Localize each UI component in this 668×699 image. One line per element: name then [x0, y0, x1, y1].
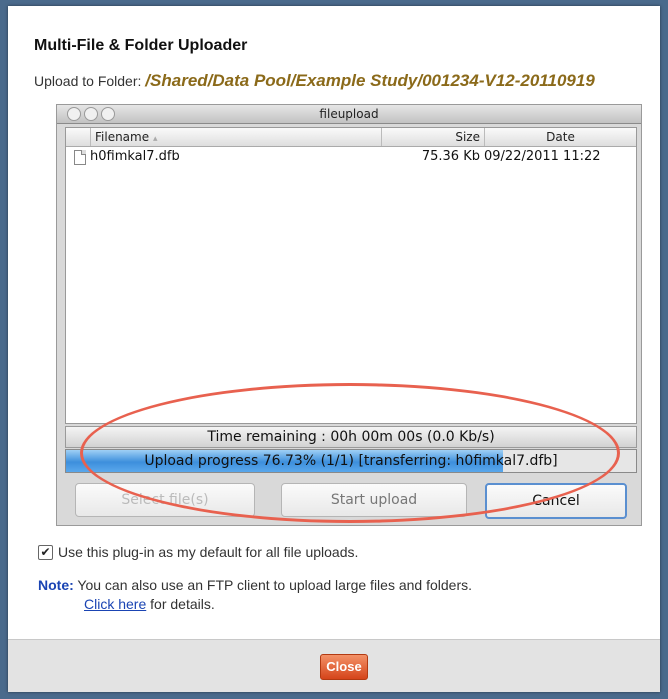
file-row[interactable]: h0fimkal7.dfb 75.36 Kb 09/22/2011 11:22 — [66, 147, 636, 167]
window-controls — [67, 107, 118, 126]
default-plugin-label: Use this plug-in as my default for all f… — [58, 544, 359, 560]
note-label: Note: — [38, 577, 74, 593]
details-link[interactable]: Click here — [84, 596, 146, 612]
cancel-button[interactable]: Cancel — [485, 483, 627, 519]
column-header-size[interactable]: Size — [382, 128, 485, 146]
select-files-button[interactable]: Select file(s) — [75, 483, 255, 517]
fileupload-applet: fileupload Filename ▴ Size Date h0fimkal… — [56, 104, 642, 526]
close-button[interactable]: Close — [320, 654, 368, 680]
upload-progress-bar: Upload progress 76.73% (1/1) [transferri… — [65, 449, 637, 473]
file-table: Filename ▴ Size Date h0fimkal7.dfb 75.36… — [65, 127, 637, 424]
uploader-dialog: Multi-File & Folder Uploader Upload to F… — [8, 6, 660, 692]
time-remaining: Time remaining : 00h 00m 00s (0.0 Kb/s) — [65, 426, 637, 448]
ftp-note: Note: You can also use an FTP client to … — [38, 576, 598, 614]
start-upload-button[interactable]: Start upload — [281, 483, 467, 517]
applet-titlebar: fileupload — [57, 105, 641, 124]
note-text: You can also use an FTP client to upload… — [77, 577, 473, 593]
file-name: h0fimkal7.dfb — [90, 149, 180, 164]
file-size: 75.36 Kb — [421, 149, 480, 164]
sort-icon: ▴ — [152, 134, 158, 144]
dialog-footer: Close — [8, 639, 660, 692]
window-zoom-icon[interactable] — [101, 107, 115, 121]
upload-destination: Upload to Folder: /Shared/Data Pool/Exam… — [34, 72, 624, 90]
applet-window-title: fileupload — [319, 107, 379, 121]
header-spacer — [66, 128, 91, 146]
dialog-title: Multi-File & Folder Uploader — [34, 37, 248, 54]
upload-to-label: Upload to Folder: — [34, 73, 142, 89]
window-minimize-icon[interactable] — [84, 107, 98, 121]
default-plugin-checkbox[interactable]: ✔ — [38, 544, 53, 560]
progress-text: Upload progress 76.73% (1/1) [transferri… — [144, 453, 558, 469]
column-header-date[interactable]: Date — [485, 128, 636, 146]
file-date: 09/22/2011 11:22 — [484, 149, 601, 164]
upload-folder-path: /Shared/Data Pool/Example Study/001234-V… — [145, 71, 595, 90]
default-plugin-option[interactable]: ✔ Use this plug-in as my default for all… — [38, 544, 358, 560]
file-table-header: Filename ▴ Size Date — [66, 128, 636, 147]
applet-button-row: Select file(s) Start upload Cancel — [65, 483, 635, 519]
window-close-icon[interactable] — [67, 107, 81, 121]
file-icon — [74, 149, 86, 165]
column-header-filename[interactable]: Filename ▴ — [91, 128, 382, 146]
details-link-suffix: for details. — [150, 596, 215, 612]
